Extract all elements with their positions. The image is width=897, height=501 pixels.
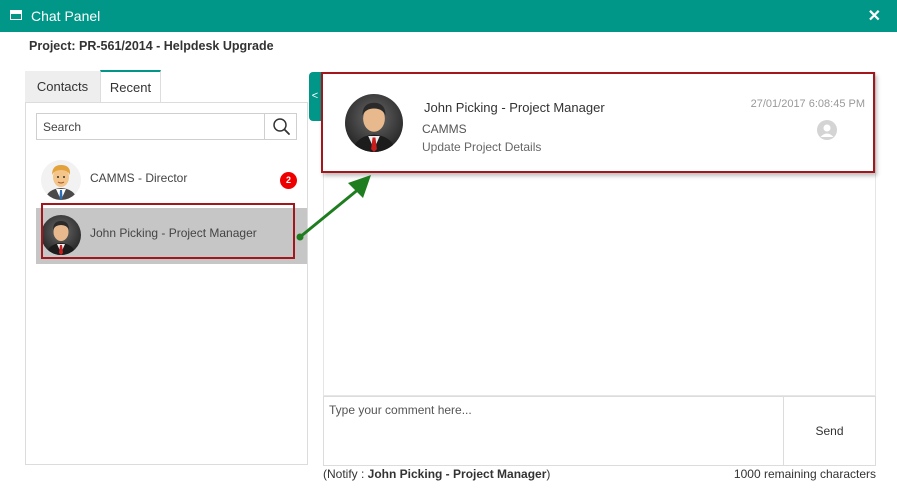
- contacts-panel: Contacts Recent Search CAMMS - Director …: [25, 70, 308, 465]
- notify-prefix: (Notify :: [323, 467, 368, 481]
- search-button[interactable]: [264, 114, 296, 139]
- message-subject: Update Project Details: [422, 140, 542, 154]
- unread-badge: 2: [280, 172, 297, 189]
- manager-avatar: [41, 215, 81, 255]
- search-input[interactable]: [37, 114, 265, 139]
- search-icon: [273, 118, 290, 135]
- title-bar: Chat Panel ✕: [0, 0, 897, 32]
- send-button[interactable]: Send: [783, 396, 876, 466]
- collapse-handle[interactable]: <: [309, 72, 321, 121]
- notify-line: (Notify : John Picking - Project Manager…: [323, 467, 550, 481]
- tab-recent[interactable]: Recent: [100, 70, 161, 103]
- window-icon: [10, 10, 22, 20]
- director-avatar: [41, 160, 81, 200]
- notify-name: John Picking - Project Manager: [367, 467, 547, 481]
- search-box: [36, 113, 297, 140]
- user-read-icon: [817, 120, 837, 140]
- tab-contacts[interactable]: Contacts: [25, 71, 100, 102]
- contact-name: John Picking - Project Manager: [90, 226, 257, 240]
- message-timestamp: 27/01/2017 6:08:45 PM: [750, 98, 865, 110]
- project-title: Project: PR-561/2014 - Helpdesk Upgrade: [29, 39, 274, 53]
- comment-input[interactable]: [324, 397, 783, 465]
- message-sender: John Picking - Project Manager: [424, 100, 605, 115]
- close-icon[interactable]: ✕: [868, 6, 881, 26]
- tab-bar: Contacts Recent: [25, 70, 308, 103]
- contact-row-manager[interactable]: John Picking - Project Manager: [36, 208, 307, 264]
- message-org: CAMMS: [422, 122, 467, 136]
- window-title: Chat Panel: [31, 8, 101, 24]
- contact-list: CAMMS - Director 2: [25, 102, 308, 465]
- comment-box: [323, 396, 784, 466]
- remaining-characters: 1000 remaining characters: [733, 467, 876, 481]
- sender-avatar: [345, 94, 403, 152]
- contact-name: CAMMS - Director: [90, 171, 188, 185]
- message-card[interactable]: John Picking - Project Manager CAMMS Upd…: [321, 72, 875, 173]
- contact-row-director[interactable]: CAMMS - Director 2: [36, 153, 307, 209]
- notify-suffix: ): [546, 467, 551, 481]
